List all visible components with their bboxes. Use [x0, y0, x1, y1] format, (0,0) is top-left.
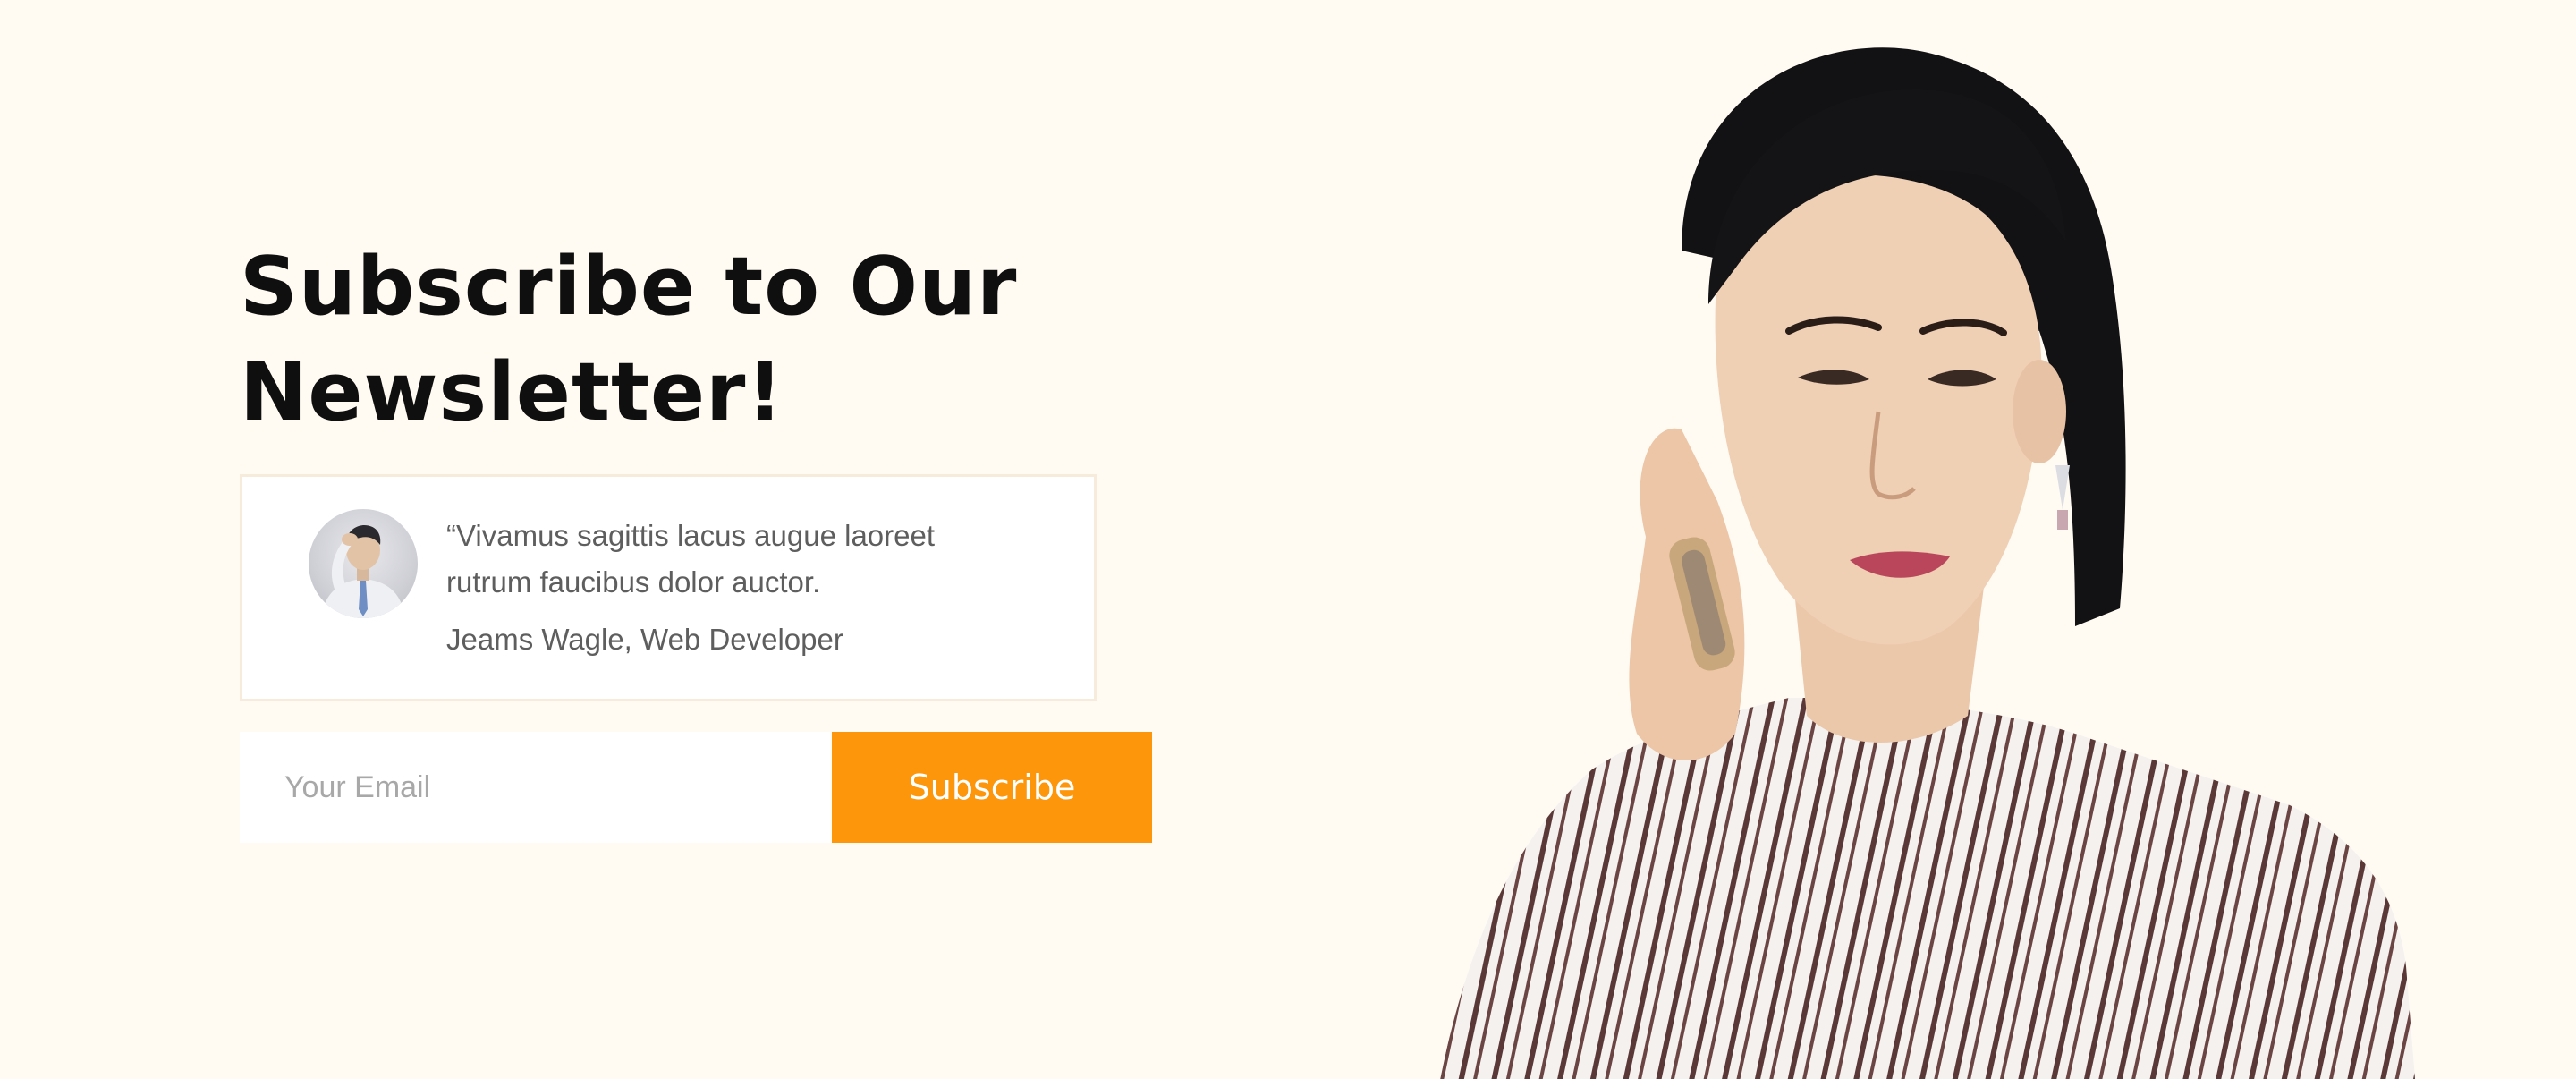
newsletter-section: Subscribe to Our Newsletter! “Vivamus sa…: [0, 0, 2576, 1079]
newsletter-content: Subscribe to Our Newsletter! “Vivamus sa…: [240, 234, 1161, 843]
quote-line-1: “Vivamus sagittis lacus augue laoreet: [446, 519, 936, 552]
title-line-1: Subscribe to Our: [240, 240, 1018, 334]
quote-line-2: rutrum faucibus dolor auctor.: [446, 565, 821, 599]
email-input[interactable]: [240, 732, 830, 843]
title-line-2: Newsletter!: [240, 345, 784, 439]
testimonial-quote: “Vivamus sagittis lacus augue laoreet ru…: [446, 513, 1019, 606]
avatar: [309, 509, 418, 618]
testimonial-card: “Vivamus sagittis lacus augue laoreet ru…: [240, 474, 1097, 701]
page-title: Subscribe to Our Newsletter!: [240, 234, 1134, 446]
person-avatar-icon: [321, 525, 405, 618]
testimonial-author: Jeams Wagle, Web Developer: [446, 623, 843, 656]
woman-on-phone-image: [1440, 47, 2415, 1079]
subscribe-button[interactable]: Subscribe: [832, 732, 1152, 843]
subscribe-form: Subscribe: [240, 732, 1152, 843]
